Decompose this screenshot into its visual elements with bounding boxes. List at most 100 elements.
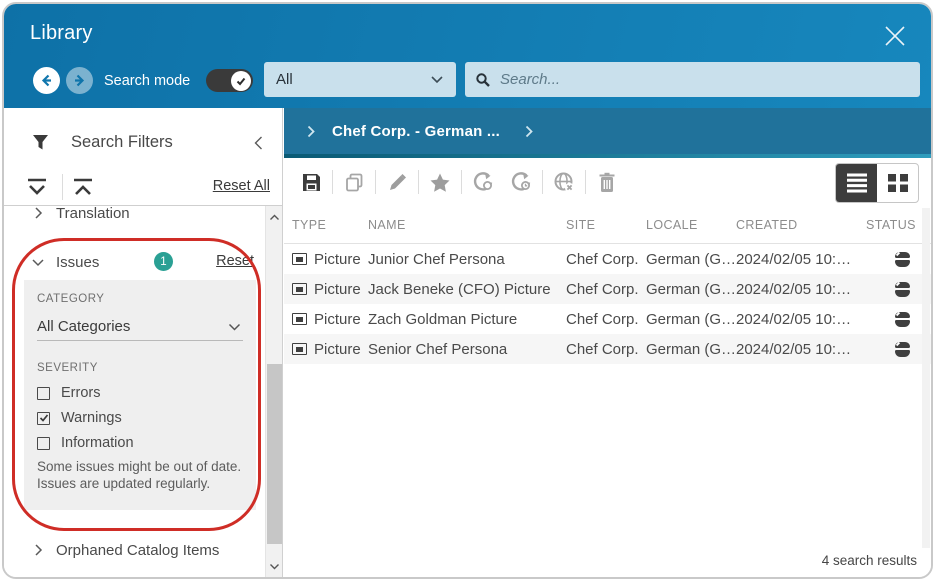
checkbox-warnings[interactable]: Warnings [37,407,122,429]
search-mode-label: Search mode [104,73,190,89]
results-table-header: TYPE NAME SITE LOCALE CREATED STATUS [284,206,931,244]
publication-status-icon [895,312,910,327]
locale-cell: German (G… [646,341,736,358]
name-cell: Jack Beneke (CFO) Picture [368,281,566,298]
site-cell: Chef Corp. [566,251,646,268]
screenshot-canvas: Library Search mode [0,0,935,581]
chevron-down-icon [430,75,444,84]
category-select[interactable]: All Categories [37,313,243,341]
collapse-panel-icon[interactable] [253,135,264,151]
chevron-down-icon [228,323,241,331]
collapse-all-icon[interactable] [68,174,98,202]
column-header-locale[interactable]: LOCALE [646,218,736,232]
publish-scheduled-button[interactable] [502,165,540,199]
sidebar-scrollbar[interactable] [265,206,282,577]
picture-type-icon [292,313,307,325]
filter-section-orphaned-catalog-items[interactable]: Orphaned Catalog Items [4,536,264,564]
filters-header: Search Filters [4,130,282,160]
checkbox-information[interactable]: Information [37,432,134,454]
table-row[interactable]: Picture Zach Goldman Picture Chef Corp. … [284,304,931,334]
site-cell: Chef Corp. [566,311,646,328]
close-button[interactable] [875,16,915,56]
filter-section-translation[interactable]: Translation [4,205,264,227]
breadcrumb-folder[interactable]: Chef Corp. - German ... [332,123,500,140]
search-filters-panel: Search Filters Reset All Translation [4,108,283,577]
close-icon [882,23,908,49]
delete-button[interactable] [588,165,626,199]
column-header-name[interactable]: NAME [368,218,566,232]
chevron-right-icon [28,543,48,557]
search-input[interactable] [500,71,910,88]
chevron-down-icon [28,258,48,267]
arrow-left-icon [38,72,55,89]
doctype-filter-select[interactable]: All [264,62,456,97]
created-cell: 2024/02/05 10:… [736,311,866,328]
search-icon [475,72,491,88]
site-cell: Chef Corp. [566,281,646,298]
scrollbar-thumb[interactable] [267,364,282,544]
issues-filter-body: CATEGORY All Categories SEVERITY Errors [24,280,256,510]
section-label: Orphaned Catalog Items [56,542,219,559]
checkbox-label: Information [61,435,134,451]
breadcrumb-chevron-icon[interactable] [522,125,536,138]
breadcrumb-chevron-icon[interactable] [304,125,318,138]
library-window: Library Search mode [2,2,933,579]
edit-button[interactable] [378,165,416,199]
issues-count-badge: 1 [154,252,173,271]
name-cell: Zach Goldman Picture [368,311,566,328]
results-count: 4 search results [822,553,917,568]
toolbar-separator [418,170,419,194]
type-cell: Picture [314,281,361,298]
table-row[interactable]: Picture Senior Chef Persona Chef Corp. G… [284,334,931,364]
locale-cell: German (G… [646,281,736,298]
issues-reset-link[interactable]: Reset [216,253,254,269]
forward-button[interactable] [66,67,93,94]
issues-note: Some issues might be out of date. Issues… [37,458,243,493]
locale-cell: German (G… [646,251,736,268]
picture-type-icon [292,283,307,295]
toolbar-separator [542,170,543,194]
chevron-right-icon [28,206,48,220]
list-view-button[interactable] [836,164,877,202]
favorite-button[interactable] [421,165,459,199]
checkbox-errors[interactable]: Errors [37,382,100,404]
created-cell: 2024/02/05 10:… [736,341,866,358]
reset-all-link[interactable]: Reset All [213,178,270,194]
search-field[interactable] [465,62,920,97]
scroll-down-icon[interactable] [266,558,282,574]
type-cell: Picture [314,341,361,358]
table-row[interactable]: Picture Jack Beneke (CFO) Picture Chef C… [284,274,931,304]
publication-status-icon [895,252,910,267]
column-header-type[interactable]: TYPE [284,218,368,232]
doctype-filter-value: All [276,71,293,88]
column-header-created[interactable]: CREATED [736,218,866,232]
list-view-icon [845,172,869,194]
results-area: Chef Corp. - German ... [284,108,931,577]
withdraw-button[interactable] [545,165,583,199]
toolbar-separator [332,170,333,194]
search-mode-toggle[interactable] [206,69,253,92]
filter-funnel-icon [31,133,50,152]
back-button[interactable] [33,67,60,94]
window-header: Library Search mode [4,4,931,108]
expand-all-icon[interactable] [22,174,52,202]
results-scrollbar-track[interactable] [922,208,930,548]
publish-button[interactable] [464,165,502,199]
save-button[interactable] [292,165,330,199]
filters-title: Search Filters [71,133,173,152]
checkbox-label: Errors [61,385,100,401]
checkbox-icon [37,437,50,450]
copy-button[interactable] [335,165,373,199]
checkbox-icon [37,387,50,400]
table-row[interactable]: Picture Junior Chef Persona Chef Corp. G… [284,244,931,274]
results-table-body: Picture Junior Chef Persona Chef Corp. G… [284,244,931,364]
grid-view-button[interactable] [877,164,918,202]
column-header-site[interactable]: SITE [566,218,646,232]
window-title: Library [30,22,93,45]
results-toolbar [284,158,931,206]
created-cell: 2024/02/05 10:… [736,281,866,298]
grid-view-icon [886,172,910,194]
picture-type-icon [292,343,307,355]
breadcrumb-bar: Chef Corp. - German ... [284,108,931,154]
scroll-up-icon[interactable] [266,209,282,225]
